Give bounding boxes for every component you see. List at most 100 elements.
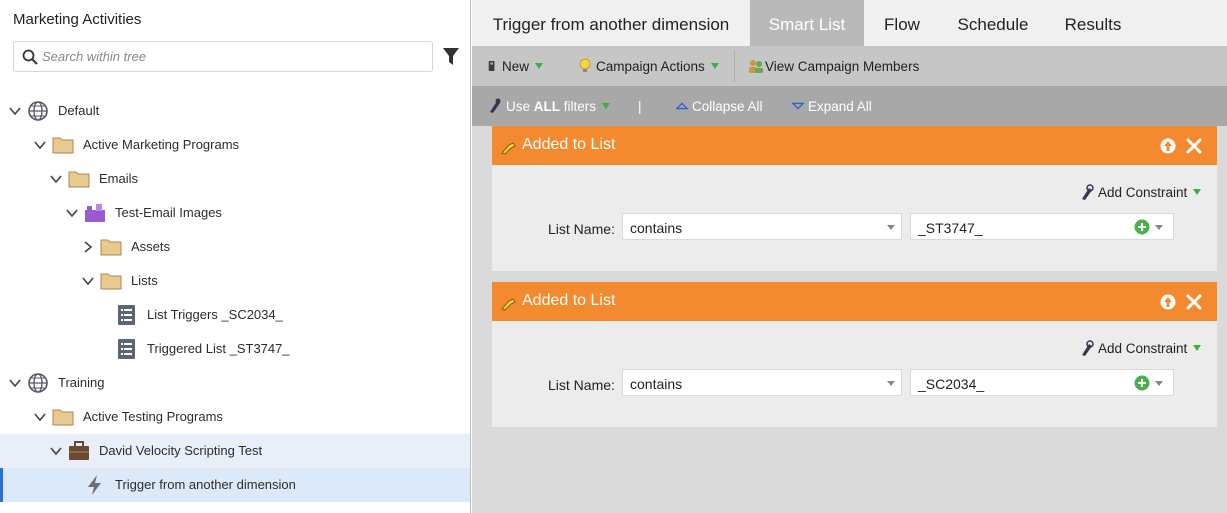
tree-item-trigger-from-another-dimension[interactable]: Trigger from another dimension (0, 468, 470, 502)
filter-header[interactable]: Added to List (492, 282, 1217, 321)
chevron-down-icon (887, 381, 895, 386)
use-filters-prefix: Use (506, 98, 534, 114)
chevron-down-icon[interactable] (50, 445, 62, 457)
tree-item-active-marketing-programs[interactable]: Active Marketing Programs (0, 128, 470, 162)
campaign-toolbar: New Campaign Actions View Campaign Membe… (472, 46, 1227, 86)
chevron-down-icon[interactable] (9, 105, 21, 117)
lightning-icon (88, 475, 101, 495)
search-icon (22, 49, 38, 65)
filter-hand-icon (1082, 340, 1094, 356)
move-up-icon[interactable] (1160, 294, 1176, 310)
view-campaign-members-label: View Campaign Members (765, 58, 920, 74)
tree-item-label: Default (58, 103, 100, 118)
operator-value: contains (630, 376, 683, 392)
dropdown-arrow-icon (1193, 345, 1202, 351)
tree-item-assets[interactable]: Assets (0, 230, 470, 264)
tree-item-triggered-list[interactable]: Triggered List _ST3747_ (0, 332, 470, 366)
operator-select[interactable]: contains (622, 213, 902, 240)
move-up-icon[interactable] (1160, 138, 1176, 154)
tree-item-label: List Triggers _SC2034_ (147, 307, 283, 322)
lightbulb-icon (579, 58, 591, 72)
tree-item-label: Trigger from another dimension (115, 477, 296, 492)
folder-icon (68, 171, 90, 188)
toolbar-divider (734, 50, 735, 82)
tree-item-training[interactable]: Training (0, 366, 470, 400)
filter-card: Added to List Add Constraint List Name: … (492, 126, 1217, 271)
close-icon[interactable] (1186, 138, 1202, 154)
tree-item-test-email-images[interactable]: Test-Email Images (0, 196, 470, 230)
tree-item-label: Training (58, 375, 105, 390)
chevron-down-icon[interactable] (66, 207, 78, 219)
tab-flow[interactable]: Flow (864, 0, 940, 46)
search-input[interactable] (42, 45, 427, 68)
add-constraint-label: Add Constraint (1098, 340, 1188, 356)
add-constraint-button[interactable]: Add Constraint (1080, 340, 1202, 356)
tab-results[interactable]: Results (1046, 0, 1140, 46)
globe-icon (28, 101, 48, 121)
operator-select[interactable]: contains (622, 369, 902, 396)
content-panel: Trigger from another dimension Smart Lis… (472, 0, 1227, 513)
chevron-down-icon (887, 225, 895, 230)
dropdown-arrow-icon (710, 63, 719, 69)
filter-toolbar: Use ALL filters | Collapse All Expand Al… (472, 86, 1227, 126)
campaign-actions-button[interactable]: Campaign Actions (578, 57, 719, 75)
list-name-label: List Name: (548, 377, 615, 393)
tree-item-label: Assets (131, 239, 171, 254)
tab-smart-list[interactable]: Smart List (750, 0, 864, 46)
tree-item-list-triggers[interactable]: List Triggers _SC2034_ (0, 298, 470, 332)
new-icon (488, 61, 495, 71)
filter-title: Added to List (522, 292, 616, 309)
list-value: _SC2034_ (918, 376, 985, 392)
tree-item-david-velocity-scripting-test[interactable]: David Velocity Scripting Test (0, 434, 470, 468)
chevron-right-icon[interactable] (82, 241, 94, 253)
expand-arrow-icon (792, 102, 804, 110)
dropdown-arrow-icon (602, 103, 611, 109)
tree-item-emails[interactable]: Emails (0, 162, 470, 196)
chevron-down-icon[interactable] (1155, 381, 1163, 386)
tree-item-active-testing-programs[interactable]: Active Testing Programs (0, 400, 470, 434)
list-icon (118, 339, 135, 359)
filter-title: Added to List (522, 136, 616, 153)
tree-item-label: David Velocity Scripting Test (99, 443, 263, 458)
dropdown-arrow-icon (1193, 189, 1202, 195)
add-value-icon[interactable] (1134, 219, 1150, 235)
filter-header[interactable]: Added to List (492, 126, 1217, 165)
close-icon[interactable] (1186, 294, 1202, 310)
tree-item-label: Active Marketing Programs (83, 137, 240, 152)
view-campaign-members-button[interactable]: View Campaign Members (748, 57, 919, 75)
folder-icon (100, 239, 122, 256)
expand-all-button[interactable]: Expand All (792, 97, 872, 115)
tree-item-default[interactable]: Default (0, 94, 470, 128)
tree-item-label: Triggered List _ST3747_ (147, 341, 290, 356)
filter-hand-icon (1082, 184, 1094, 200)
tab-schedule[interactable]: Schedule (940, 0, 1046, 46)
tree-item-lists[interactable]: Lists (0, 264, 470, 298)
chevron-down-icon[interactable] (82, 275, 94, 287)
collapse-arrow-icon (676, 102, 688, 110)
tab-trigger-from-another-dimension[interactable]: Trigger from another dimension (472, 0, 750, 46)
search-box[interactable] (13, 41, 433, 72)
filter-hand-icon (490, 98, 501, 113)
list-value-field[interactable]: _SC2034_ (910, 369, 1174, 396)
use-filters-button[interactable]: Use ALL filters (488, 97, 611, 115)
list-value-field[interactable]: _ST3747_ (910, 213, 1174, 240)
filter-icon[interactable] (443, 48, 459, 66)
add-value-icon[interactable] (1134, 375, 1150, 391)
new-button[interactable]: New (488, 57, 544, 75)
folder-icon (100, 273, 122, 290)
collapse-all-button[interactable]: Collapse All (676, 97, 763, 115)
chevron-down-icon[interactable] (34, 411, 46, 423)
briefcase-icon (69, 441, 89, 460)
use-filters-bold: ALL (533, 98, 561, 114)
use-filters-suffix: filters (560, 98, 597, 114)
expand-all-label: Expand All (808, 98, 872, 114)
chevron-down-icon[interactable] (1155, 225, 1163, 230)
folder-icon (52, 409, 74, 426)
chevron-down-icon[interactable] (9, 377, 21, 389)
tree-item-label: Emails (99, 171, 139, 186)
tree-item-label: Test-Email Images (115, 205, 222, 220)
chevron-down-icon[interactable] (50, 173, 62, 185)
chevron-down-icon[interactable] (34, 139, 46, 151)
pointing-hand-icon (501, 298, 516, 311)
add-constraint-button[interactable]: Add Constraint (1080, 184, 1202, 200)
